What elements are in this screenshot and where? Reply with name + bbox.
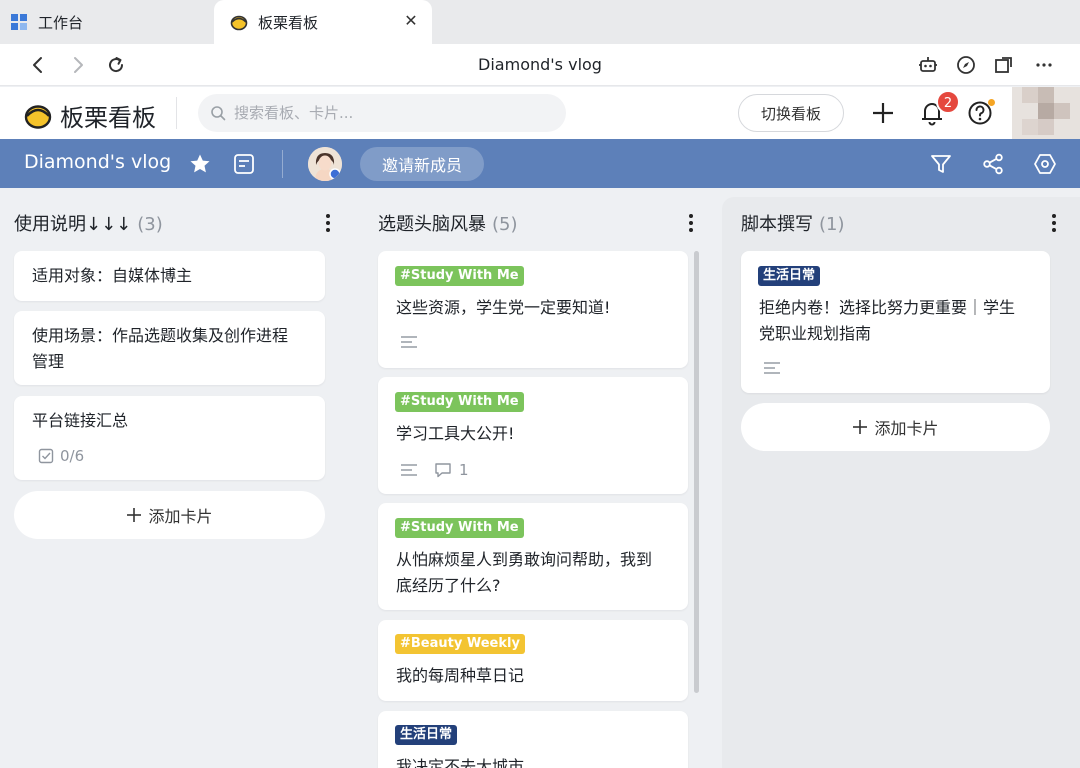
chestnut-logo-icon (230, 13, 248, 31)
close-tab-icon[interactable]: ✕ (402, 12, 420, 30)
card-label: #Beauty Weekly (395, 634, 525, 654)
logo-text: 板栗看板 (60, 104, 156, 132)
card[interactable]: 使用场景：作品选题收集及创作进程 管理 (14, 311, 325, 385)
card-title: 我的每周种草日记 (396, 666, 525, 685)
board-toolbar: Diamond's vlog 邀请新成员 (0, 139, 1080, 188)
column-header: 脚本撰写 (1) (741, 210, 845, 236)
plus-icon (127, 508, 142, 522)
card-title: 我决定不去大城市 (396, 757, 525, 768)
column-count: (3) (137, 214, 163, 235)
board-title[interactable]: Diamond's vlog (24, 151, 171, 173)
board-description-icon[interactable] (231, 151, 257, 177)
column-header: 使用说明↓↓↓ (3) (14, 210, 163, 236)
card[interactable]: #Beauty Weekly 我的每周种草日记 (378, 620, 688, 701)
card-title: 使用场景：作品选题收集及创作进程 管理 (32, 326, 289, 371)
back-arrow-icon[interactable] (26, 53, 50, 77)
add-icon[interactable] (869, 99, 897, 127)
search-box[interactable] (198, 94, 566, 132)
notification-badge: 2 (936, 90, 960, 114)
user-avatar[interactable] (1012, 87, 1080, 143)
column-title: 脚本撰写 (741, 214, 813, 235)
card-title: 这些资源，学生党一定要知道! (396, 298, 611, 317)
column-title: 使用说明↓↓↓ (14, 214, 132, 235)
column-scrollbar[interactable] (694, 251, 699, 693)
column-menu-icon[interactable] (1044, 211, 1064, 235)
app-logo[interactable]: 板栗看板 (24, 98, 156, 133)
description-icon (763, 361, 781, 375)
tab-label: 板栗看板 (258, 13, 319, 32)
robot-icon[interactable] (916, 53, 940, 77)
card-label: #Study With Me (395, 392, 524, 412)
search-input[interactable] (234, 104, 534, 122)
tab-banli-kanban[interactable]: 板栗看板 ✕ (214, 0, 432, 44)
card-label: 生活日常 (758, 266, 821, 286)
card[interactable]: 适用对象：自媒体博主 (14, 251, 325, 301)
card-title: 平台链接汇总 (32, 411, 129, 430)
add-card-button[interactable]: 添加卡片 (741, 403, 1050, 451)
tab-workbench[interactable]: 工作台 (10, 0, 210, 44)
card[interactable]: 平台链接汇总 0/6 (14, 396, 325, 480)
description-icon (400, 335, 418, 349)
card-title: 从怕麻烦星人到勇敢询问帮助，我到 底经历了什么? (396, 550, 653, 595)
card[interactable]: #Study With Me 这些资源，学生党一定要知道! (378, 251, 688, 368)
workbench-icon (10, 13, 28, 31)
column-header: 选题头脑风暴 (5) (378, 210, 518, 236)
chestnut-logo-icon (24, 104, 52, 129)
card[interactable]: 生活日常 我决定不去大城市 (378, 711, 688, 768)
column-menu-icon[interactable] (318, 211, 338, 235)
share-icon[interactable] (980, 151, 1006, 177)
column-menu-icon[interactable] (681, 211, 701, 235)
divider (282, 150, 283, 178)
search-icon (211, 106, 226, 121)
card-label: 生活日常 (395, 725, 458, 745)
card[interactable]: #Study With Me 学习工具大公开! 1 (378, 377, 688, 494)
more-options-icon[interactable] (1032, 53, 1056, 77)
forward-arrow-icon[interactable] (66, 53, 90, 77)
card-label: #Study With Me (395, 266, 524, 286)
open-window-icon[interactable] (992, 53, 1016, 77)
member-avatar[interactable] (308, 147, 342, 181)
reload-icon[interactable] (104, 53, 128, 77)
card-title: 学习工具大公开! (396, 424, 515, 443)
browser-nav-bar: Diamond's vlog (0, 44, 1080, 86)
invite-member-button[interactable]: 邀请新成员 (360, 147, 484, 181)
column-title: 选题头脑风暴 (378, 214, 486, 235)
checklist-progress: 0/6 (38, 447, 84, 465)
card[interactable]: 生活日常 拒绝内卷！选择比努力更重要｜学生 党职业规划指南 (741, 251, 1050, 393)
checklist-icon (38, 448, 54, 464)
filter-icon[interactable] (928, 151, 954, 177)
plus-icon (853, 420, 868, 434)
switch-board-button[interactable]: 切换看板 (738, 94, 844, 132)
card[interactable]: #Study With Me 从怕麻烦星人到勇敢询问帮助，我到 底经历了什么? (378, 503, 688, 610)
help-indicator-dot (988, 99, 995, 106)
add-card-button[interactable]: 添加卡片 (14, 491, 325, 539)
divider (176, 97, 177, 129)
star-icon[interactable] (187, 151, 213, 177)
comment-icon (435, 463, 451, 478)
browser-tab-strip: 工作台 板栗看板 ✕ (0, 0, 1080, 44)
compass-icon[interactable] (954, 53, 978, 77)
card-meta: 1 (400, 461, 469, 479)
tab-label: 工作台 (38, 13, 84, 32)
column-count: (1) (819, 214, 845, 235)
app-header: 板栗看板 切换看板 2 (0, 87, 1080, 139)
card-label: #Study With Me (395, 518, 524, 538)
card-title: 适用对象：自媒体博主 (32, 266, 193, 285)
description-icon (401, 464, 417, 476)
settings-icon[interactable] (1032, 151, 1058, 177)
column-count: (5) (492, 214, 518, 235)
card-title: 拒绝内卷！选择比努力更重要｜学生 党职业规划指南 (759, 298, 1016, 343)
